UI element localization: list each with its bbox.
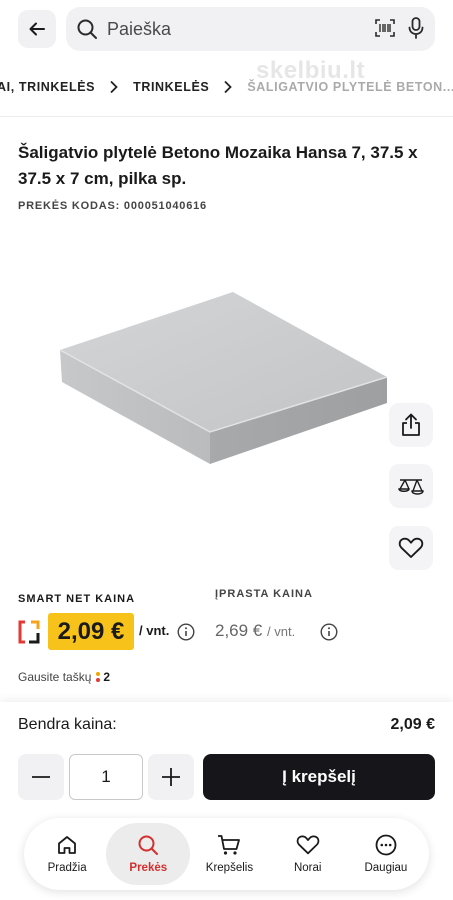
loyalty-points: Gausite taškų 2 — [18, 670, 110, 684]
nav-item-cart[interactable]: Krepšelis — [190, 823, 268, 885]
nav-label: Pradžia — [47, 862, 87, 874]
product-title: Šaligatvio plytelė Betono Mozaika Hansa … — [18, 143, 418, 188]
heart-icon — [398, 537, 424, 558]
total-label: Bendra kaina: — [18, 716, 117, 733]
total-value: 2,09 € — [390, 716, 435, 733]
divider — [0, 116, 453, 117]
regular-price-value: 2,69 € — [215, 621, 263, 640]
nav-item-products[interactable]: Prekės — [106, 823, 191, 885]
product-image — [59, 292, 388, 464]
regular-price-unit: / vnt. — [267, 624, 296, 639]
breadcrumb-item[interactable]: TRINKELĖS — [133, 80, 209, 94]
more-icon — [375, 834, 397, 856]
nav-item-home[interactable]: Pradžia — [28, 823, 106, 885]
nav-label: Krepšelis — [205, 862, 254, 874]
breadcrumb: AI, TRINKELĖS TRINKELĖS ŠALIGATVIO PLYTE… — [0, 62, 453, 112]
arrow-left-icon — [29, 22, 45, 36]
smart-price-label: SMART NET KAINA — [18, 593, 136, 605]
regular-price-label: ĮPRASTA KAINA — [215, 588, 313, 600]
nav-item-more[interactable]: Daugiau — [347, 823, 425, 885]
smart-price-unit: / vnt. — [139, 623, 170, 638]
microphone-icon[interactable] — [408, 17, 424, 44]
bottom-navigation: Pradžia Prekės Krepšelis Norai Daugiau — [24, 818, 429, 890]
product-code: PREKĖS KODAS: 000051040616 — [18, 200, 207, 212]
regular-price: 2,69 € / vnt. — [215, 621, 295, 641]
nav-label: Norai — [293, 862, 322, 874]
quantity-increase-button[interactable] — [148, 754, 194, 800]
quantity-input[interactable] — [69, 754, 143, 800]
watermark: skelbiu.lt — [256, 57, 366, 84]
smart-price-value: 2,09 € — [48, 613, 134, 650]
info-icon[interactable] — [320, 623, 338, 641]
compare-button[interactable] — [389, 464, 433, 508]
heart-icon — [296, 835, 319, 855]
wishlist-button[interactable] — [389, 526, 433, 570]
nav-item-wishlist[interactable]: Norai — [269, 823, 347, 885]
search-bar[interactable] — [66, 7, 435, 51]
barcode-scan-icon[interactable] — [375, 19, 395, 42]
cart-icon — [218, 835, 241, 855]
search-icon — [138, 835, 159, 855]
compare-icon — [398, 479, 424, 495]
header — [0, 0, 453, 60]
search-input[interactable] — [107, 18, 357, 40]
quantity-decrease-button[interactable] — [18, 754, 64, 800]
breadcrumb-item[interactable]: AI, TRINKELĖS — [0, 80, 95, 94]
plus-icon — [162, 768, 180, 786]
search-icon — [76, 18, 98, 40]
share-icon — [402, 413, 420, 436]
info-icon[interactable] — [177, 623, 195, 641]
points-label: Gausite taškų — [18, 670, 92, 684]
points-icon — [96, 671, 101, 683]
chevron-right-icon — [109, 80, 119, 94]
points-value: 2 — [103, 670, 111, 684]
nav-label: Daugiau — [364, 862, 408, 874]
add-to-cart-button[interactable]: Į krepšelį — [203, 754, 435, 800]
chevron-right-icon — [223, 80, 233, 94]
smart-net-logo — [18, 620, 40, 644]
minus-icon — [32, 776, 50, 778]
share-button[interactable] — [389, 403, 433, 447]
home-icon — [58, 836, 77, 854]
nav-label: Prekės — [129, 862, 168, 874]
back-button[interactable] — [18, 10, 56, 48]
